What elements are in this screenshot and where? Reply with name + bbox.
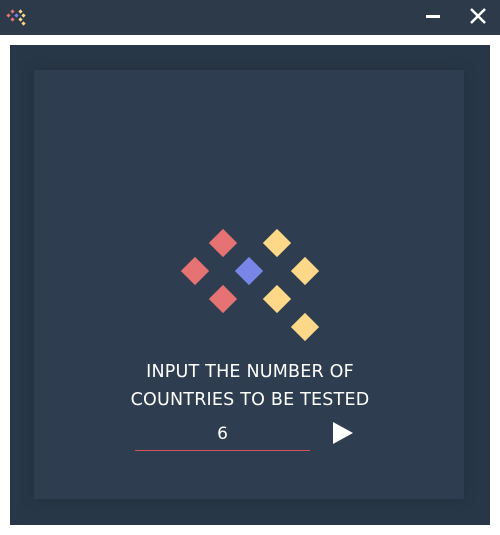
- title-bar: [0, 0, 500, 35]
- prompt-text: INPUT THE NUMBER OF COUNTRIES TO BE TEST…: [100, 358, 400, 414]
- close-button[interactable]: [464, 4, 492, 32]
- close-icon: [469, 7, 487, 29]
- prompt-line-1: INPUT THE NUMBER OF: [146, 362, 354, 382]
- prompt-line-2: COUNTRIES TO BE TESTED: [130, 390, 370, 410]
- minimize-icon: [425, 8, 441, 28]
- country-count-input[interactable]: [135, 418, 310, 451]
- submit-button[interactable]: [326, 419, 358, 451]
- app-logo-icon: [6, 9, 26, 27]
- diamond-logo-icon: [174, 224, 328, 346]
- minimize-button[interactable]: [419, 4, 447, 32]
- play-icon: [329, 420, 355, 450]
